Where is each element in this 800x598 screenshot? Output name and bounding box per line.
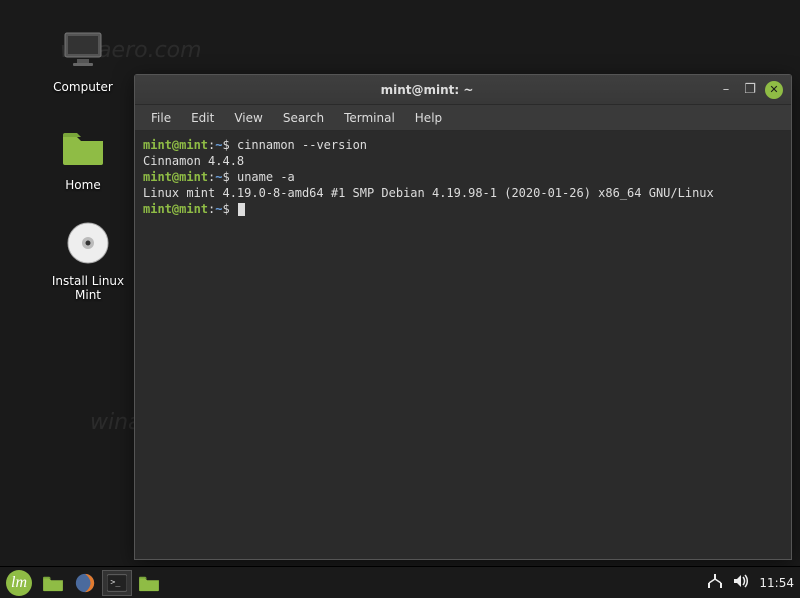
firefox-launcher[interactable] [70, 570, 100, 596]
terminal-line: mint@mint:~$ cinnamon --version [143, 137, 783, 153]
terminal-line: Cinnamon 4.4.8 [143, 153, 783, 169]
folder-home-icon [56, 120, 110, 174]
svg-text:>_: >_ [110, 576, 121, 586]
titlebar[interactable]: mint@mint: ~ – ❐ ✕ [135, 75, 791, 105]
terminal-line: Linux mint 4.19.0-8-amd64 #1 SMP Debian … [143, 185, 783, 201]
desktop-icon-label: Computer [38, 80, 128, 94]
computer-icon [56, 22, 110, 76]
desktop-icon-label: Install Linux Mint [38, 274, 138, 302]
desktop-icon-home[interactable]: Home [38, 120, 128, 192]
task-files[interactable] [134, 570, 164, 596]
terminal-body[interactable]: mint@mint:~$ cinnamon --versionCinnamon … [135, 131, 791, 559]
menu-view[interactable]: View [224, 108, 272, 128]
terminal-cursor [238, 203, 245, 216]
menu-search[interactable]: Search [273, 108, 334, 128]
desktop[interactable]: lm winaero.com winaero.com winaero.com w… [0, 0, 800, 566]
maximize-button[interactable]: ❐ [741, 81, 759, 99]
task-terminal[interactable]: >_ [102, 570, 132, 596]
clock[interactable]: 11:54 [759, 576, 794, 590]
minimize-button[interactable]: – [717, 81, 735, 99]
show-desktop-button[interactable] [38, 570, 68, 596]
terminal-window[interactable]: mint@mint: ~ – ❐ ✕ File Edit View Search… [134, 74, 792, 560]
system-tray: 11:54 [707, 573, 794, 592]
menu-help[interactable]: Help [405, 108, 452, 128]
menu-file[interactable]: File [141, 108, 181, 128]
taskbar[interactable]: lm >_ 11:54 [0, 566, 800, 598]
network-icon[interactable] [707, 573, 723, 592]
terminal-line: mint@mint:~$ uname -a [143, 169, 783, 185]
menu-terminal[interactable]: Terminal [334, 108, 405, 128]
mint-menu-button[interactable]: lm [6, 570, 32, 596]
terminal-line: mint@mint:~$ [143, 201, 783, 217]
cd-icon [61, 216, 115, 270]
menubar: File Edit View Search Terminal Help [135, 105, 791, 131]
volume-icon[interactable] [733, 573, 749, 592]
desktop-icon-install[interactable]: Install Linux Mint [38, 216, 138, 302]
menu-edit[interactable]: Edit [181, 108, 224, 128]
desktop-icon-computer[interactable]: Computer [38, 22, 128, 94]
close-button[interactable]: ✕ [765, 81, 783, 99]
desktop-icon-label: Home [38, 178, 128, 192]
window-title: mint@mint: ~ [143, 83, 711, 97]
